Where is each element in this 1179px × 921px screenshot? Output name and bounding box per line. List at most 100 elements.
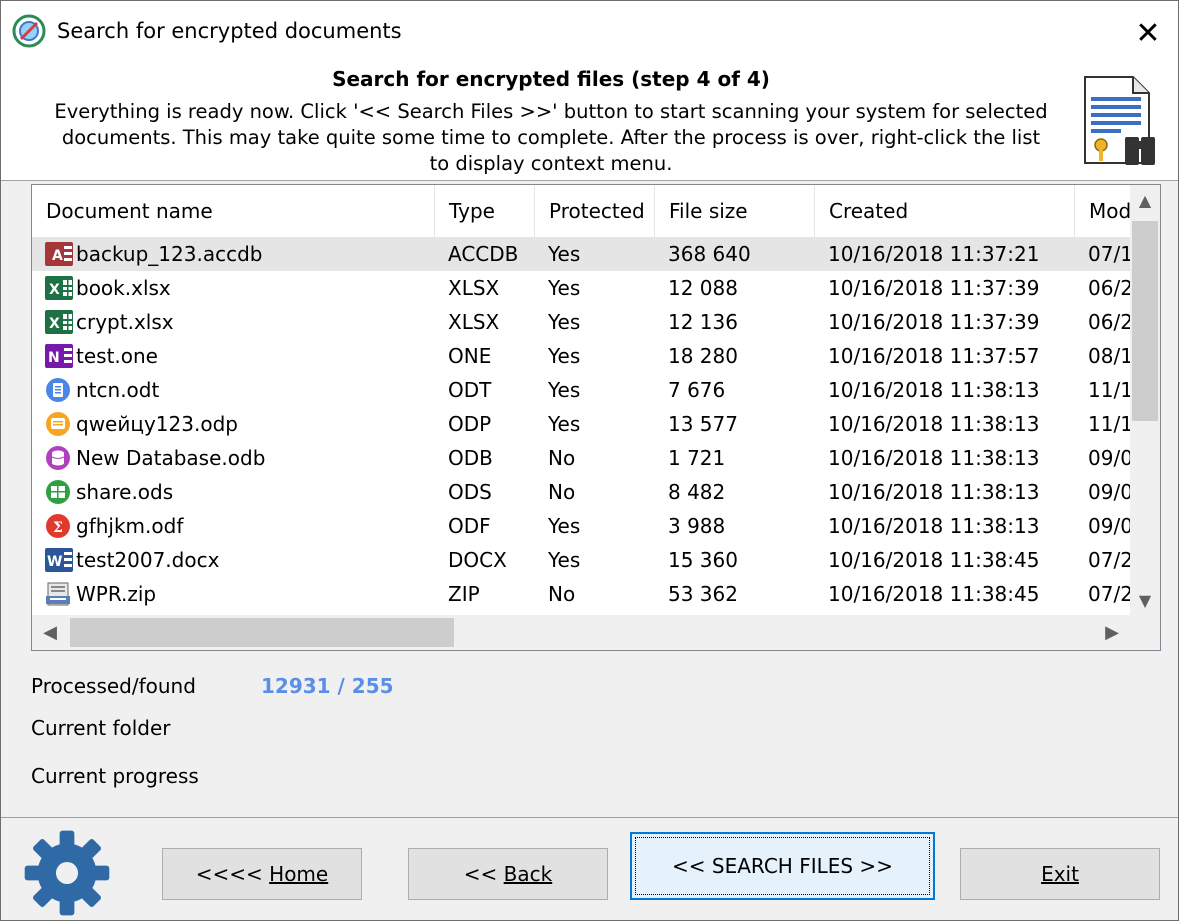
file-type: ZIP — [448, 582, 480, 606]
file-name-cell: WPR.zip — [44, 577, 434, 611]
table-row[interactable]: Wtest2007.docx DOCX Yes 15 360 10/16/2018 11… — [32, 543, 1132, 577]
file-protected: Yes — [548, 276, 581, 300]
table-row[interactable]: New Database.odb ODB No 1 721 10/16/2018 11:… — [32, 441, 1132, 475]
processed-label: Processed/found — [31, 674, 196, 698]
column-header-protected[interactable]: Protected — [535, 185, 655, 237]
table-row[interactable]: Xcrypt.xlsx XLSX Yes 12 136 10/16/2018 11:37… — [32, 305, 1132, 339]
scrollbar-corner — [1130, 615, 1160, 650]
file-created: 10/16/2018 11:38:13 — [828, 446, 1040, 470]
file-size: 53 362 — [668, 582, 738, 606]
horizontal-scrollbar[interactable]: ◀ ▶ — [32, 615, 1130, 650]
step-description: Everything is ready now. Click '<< Searc… — [54, 100, 1048, 175]
file-size: 3 988 — [668, 514, 726, 538]
list-body: Abackup_123.accdb ACCDB Yes 368 640 10/16/20… — [32, 237, 1132, 615]
odt-icon — [46, 378, 70, 402]
document-key-binoculars-icon — [1084, 76, 1155, 165]
odp-icon — [46, 412, 70, 436]
table-row[interactable]: Ntest.one ONE Yes 18 280 10/16/2018 11:37:57… — [32, 339, 1132, 373]
file-protected: Yes — [548, 378, 581, 402]
file-name-cell: Wtest2007.docx — [44, 543, 434, 577]
zip-icon — [46, 582, 70, 606]
footer-divider — [1, 817, 1178, 818]
file-name: New Database.odb — [76, 446, 266, 470]
file-created: 10/16/2018 11:38:13 — [828, 378, 1040, 402]
scroll-left-icon[interactable]: ◀ — [32, 615, 68, 650]
column-header-modified[interactable]: Mod — [1075, 185, 1135, 237]
file-created: 10/16/2018 11:38:13 — [828, 480, 1040, 504]
table-row[interactable]: Xbook.xlsx XLSX Yes 12 088 10/16/2018 11:37:… — [32, 271, 1132, 305]
onenote-icon: N — [45, 344, 73, 368]
excel-icon: X — [45, 276, 73, 300]
odb-icon — [46, 446, 70, 470]
svg-text:Σ: Σ — [53, 520, 63, 536]
column-header-size[interactable]: File size — [655, 185, 815, 237]
close-button[interactable]: ✕ — [1118, 1, 1178, 65]
file-size: 368 640 — [668, 242, 751, 266]
scroll-right-icon[interactable]: ▶ — [1094, 615, 1130, 650]
word-icon: W — [45, 548, 73, 572]
file-type: XLSX — [448, 310, 500, 334]
ods-icon — [46, 480, 70, 504]
scroll-up-icon[interactable]: ▲ — [1130, 185, 1160, 215]
file-type: ODT — [448, 378, 492, 402]
table-row[interactable]: Abackup_123.accdb ACCDB Yes 368 640 10/16/20… — [32, 237, 1132, 271]
file-size: 13 577 — [668, 412, 738, 436]
file-created: 10/16/2018 11:38:45 — [828, 582, 1040, 606]
search-files-button[interactable]: << SEARCH FILES >> — [630, 832, 935, 900]
window-title: Search for encrypted documents — [57, 19, 402, 43]
file-size: 12 136 — [668, 310, 738, 334]
file-protected: No — [548, 582, 576, 606]
file-modified: 11/1 — [1088, 378, 1132, 402]
file-size: 1 721 — [668, 446, 726, 470]
app-icon — [12, 14, 46, 48]
file-name-cell: qweйцу123.odp — [44, 407, 434, 441]
file-name-cell: New Database.odb — [44, 441, 434, 475]
file-modified: 09/0 — [1088, 480, 1132, 504]
file-protected: Yes — [548, 412, 581, 436]
svg-text:X: X — [49, 282, 60, 298]
file-protected: Yes — [548, 344, 581, 368]
column-header-type[interactable]: Type — [435, 185, 535, 237]
table-row[interactable]: qweйцу123.odp ODP Yes 13 577 10/16/2018 11:3… — [32, 407, 1132, 441]
file-created: 10/16/2018 11:37:21 — [828, 242, 1040, 266]
home-button-label: Home — [269, 862, 329, 886]
table-row[interactable]: ntcn.odt ODT Yes 7 676 10/16/2018 11:38:13 11… — [32, 373, 1132, 407]
search-files-label: << SEARCH FILES >> — [672, 854, 893, 878]
file-protected: Yes — [548, 310, 581, 334]
file-protected: Yes — [548, 548, 581, 572]
svg-text:X: X — [49, 316, 60, 332]
file-type: ODB — [448, 446, 493, 470]
file-modified: 07/1 — [1088, 242, 1132, 266]
access-icon: A — [45, 242, 73, 266]
file-name: book.xlsx — [76, 276, 171, 300]
back-button-label: Back — [503, 862, 553, 886]
scroll-down-icon[interactable]: ▼ — [1130, 585, 1160, 615]
table-row[interactable]: WPR.zip ZIP No 53 362 10/16/2018 11:38:45 07/… — [32, 577, 1132, 611]
table-row[interactable]: share.ods ODS No 8 482 10/16/2018 11:38:13 09… — [32, 475, 1132, 509]
file-type: XLSX — [448, 276, 500, 300]
file-name-cell: share.ods — [44, 475, 434, 509]
file-size: 15 360 — [668, 548, 738, 572]
file-name-cell: Abackup_123.accdb — [44, 237, 434, 271]
home-button[interactable]: <<<< Home — [162, 848, 362, 900]
home-button-prefix: <<<< — [195, 862, 270, 886]
vertical-scroll-thumb[interactable] — [1132, 221, 1158, 421]
dialog-window: Search for encrypted documents ✕ Search … — [0, 0, 1179, 921]
vertical-scrollbar[interactable]: ▲ ▼ — [1130, 185, 1160, 615]
results-list[interactable]: Document name Type Protected File size C… — [31, 184, 1161, 651]
file-size: 12 088 — [668, 276, 738, 300]
file-name-cell: ntcn.odt — [44, 373, 434, 407]
column-header-name[interactable]: Document name — [32, 185, 435, 237]
back-button[interactable]: << Back — [408, 848, 608, 900]
title-bar: Search for encrypted documents ✕ — [1, 1, 1178, 65]
exit-button[interactable]: Exit — [960, 848, 1160, 900]
file-name: backup_123.accdb — [76, 242, 263, 266]
horizontal-scroll-thumb[interactable] — [70, 618, 454, 647]
file-size: 18 280 — [668, 344, 738, 368]
table-row[interactable]: Σgfhjkm.odf ODF Yes 3 988 10/16/2018 11:38:1… — [32, 509, 1132, 543]
file-name: test2007.docx — [76, 548, 220, 572]
odf-icon: Σ — [46, 514, 70, 538]
processed-value: 12931 / 255 — [261, 674, 394, 698]
column-header-created[interactable]: Created — [815, 185, 1075, 237]
file-name: crypt.xlsx — [76, 310, 174, 334]
